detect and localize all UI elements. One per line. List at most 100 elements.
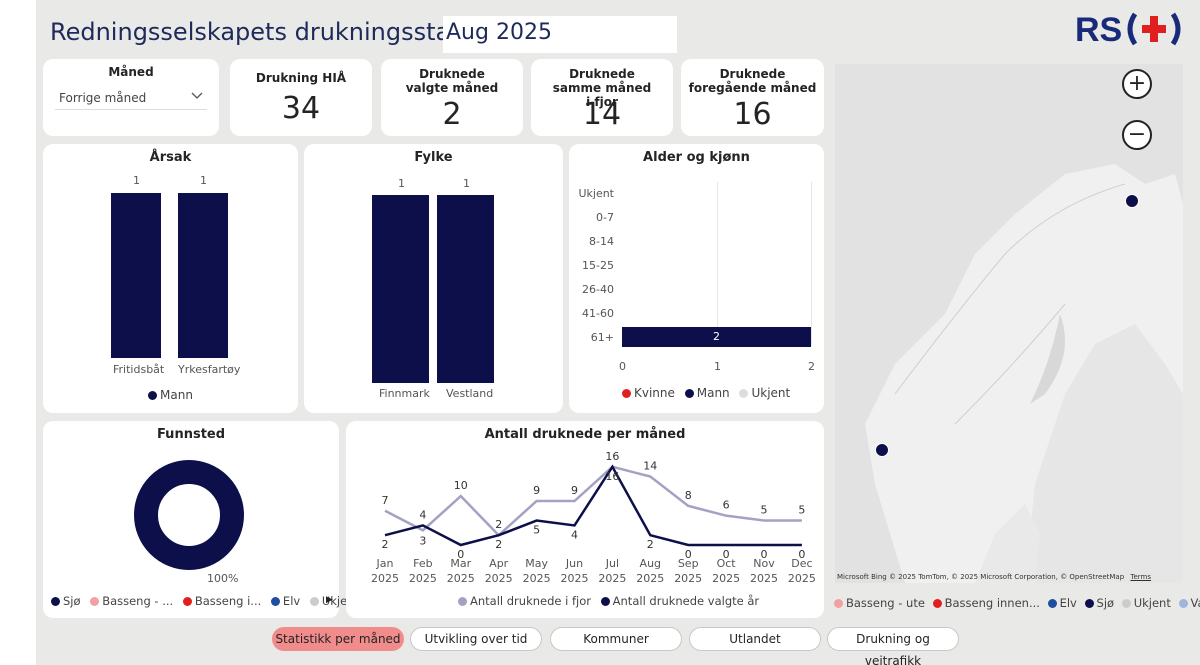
line-chart-svg[interactable]: 731029 9161486 5 524025 41620 0 0 0Jan2025Feb20… [346,421,824,618]
data-label: 10 [454,479,468,492]
x-tick-year: 2025 [788,572,816,585]
legend-item: Antall druknede valgte år [612,594,760,608]
legend-item: Elv [282,594,301,608]
kpi-label: Druknede foregående måned [688,67,817,95]
left-strip [0,0,36,665]
x-tick-year: 2025 [636,572,664,585]
x-tick-year: 2025 [561,572,589,585]
chart-druknede-per-maned: Antall druknede per måned 7 3 10 2 9 9 16 14 8 6 5… [346,421,824,618]
x-tick-year: 2025 [447,572,475,585]
x-tick-label: 1 [714,360,721,373]
x-tick-year: 2025 [523,572,551,585]
x-tick-label: Nov [753,557,775,570]
map-point-finnmark[interactable] [1125,194,1139,208]
x-tick-label: Aug [640,557,661,570]
x-tick-label: Oct [717,557,737,570]
legend: Mann [148,388,193,402]
data-label: 4 [419,508,426,521]
dropdown-value: Forrige måned [59,91,147,105]
gridline [717,182,718,346]
donut-chart[interactable] [134,458,244,573]
y-tick-label: 15-25 [582,259,614,272]
selected-month-box: Aug 2025 [443,16,677,53]
legend-dot [458,597,467,606]
legend: Sjø Basseng - ... Basseng i... Elv Ukjen… [51,594,359,608]
bar-yrkesfartoy[interactable] [178,193,228,358]
nav-drukning-og-veitrafikk[interactable]: Drukning og veitrafikk [827,627,959,665]
chart-title: Fylke [414,150,453,165]
donut-pct-label: 100% [207,572,239,585]
series-line-1 [384,464,802,547]
zoom-in-button[interactable]: + [1122,69,1152,99]
x-tick-year: 2025 [674,572,702,585]
legend-next-arrow[interactable]: ▶ [326,595,333,605]
nav-utlandet[interactable]: Utlandet [689,627,821,651]
y-tick-label: 61+ [590,331,614,344]
bar-value-label: 1 [398,177,405,190]
legend-dot [622,389,631,398]
legend-item: Antall druknede i fjor [470,594,591,608]
legend: Kvinne Mann Ukjent [622,386,790,400]
chart-title: Funnsted [156,427,226,442]
y-tick-label: 8-14 [589,235,614,248]
map-visual[interactable]: + − Microsoft Bing © 2025 TomTom, © 2025… [835,64,1183,583]
data-label: 2 [382,538,389,551]
bar-finnmark[interactable] [372,195,429,383]
data-label: 2 [495,518,502,531]
map-attribution: Microsoft Bing © 2025 TomTom, © 2025 Mic… [837,573,1151,581]
data-label: 5 [533,524,540,537]
kpi-label: Drukning HIÅ [255,71,347,85]
data-label: 8 [685,489,692,502]
x-tick-label: Finnmark [379,387,430,400]
bar-value-label: 1 [200,174,207,187]
x-tick-label: Apr [489,557,509,570]
map-point-vestland[interactable] [875,443,889,457]
data-label: 16 [605,470,619,483]
data-label: 4 [571,528,578,541]
bar-vestland[interactable] [437,195,494,383]
nav-utvikling-over-tid[interactable]: Utvikling over tid [410,627,542,651]
bing-logo: Microsoft Bing [837,573,887,581]
legend-dot [1121,599,1131,608]
x-tick-label: 2 [808,360,815,373]
month-slicer: Måned Forrige måned [43,59,219,136]
kpi-label: Druknede valgte måned [405,67,499,95]
nav-statistikk-per-maned[interactable]: Statistikk per måned [272,627,404,651]
kpi-value: 14 [582,97,622,132]
legend-dot [1084,599,1094,608]
bar-61plus[interactable]: 2 [622,327,811,347]
map-legend: Basseng - ute Basseng innen... Elv Sjø U… [834,596,1200,610]
data-label: 9 [571,484,578,497]
chart-funnsted: Funnsted 100% Sjø Basseng - ... Basseng … [43,421,359,618]
chart-alder-kjonn: Alder og kjønn Ukjent 0-7 8-14 15-25 26-… [569,144,824,413]
chart-title: Årsak [149,150,192,165]
legend-item: Basseng i... [194,594,262,608]
kpi-card-last-year: Druknede samme måned i fjor 14 [531,59,673,136]
y-tick-label: 41-60 [582,307,614,320]
x-tick-label: Jun [565,557,583,570]
legend-dot [51,597,60,606]
data-label: 7 [382,494,389,507]
legend-dot [932,599,942,608]
kpi-value: 16 [733,97,772,132]
zoom-in-label: + [1127,71,1147,96]
legend-dot [739,389,749,398]
data-label: 3 [419,534,426,547]
map-terms-link[interactable]: Terms [1130,573,1151,581]
x-tick-label: 0 [619,360,626,373]
x-tick-year: 2025 [712,572,740,585]
month-dropdown[interactable]: Forrige måned [55,87,207,110]
x-tick-label: Jan [376,557,394,570]
data-label: 14 [643,460,657,473]
chart-fylke: Fylke 1 1 Finnmark Vestland [304,144,563,413]
legend-dot [148,391,157,400]
legend-item: Kvinne [634,386,675,400]
x-tick-label: Vestland [446,387,494,400]
legend: Antall druknede i fjor Antall druknede v… [458,594,759,608]
legend-dot [270,597,280,606]
nav-kommuner[interactable]: Kommuner [550,627,682,651]
kpi-card-selected-month: Druknede valgte måned 2 [381,59,523,136]
bar-fritidsbat[interactable] [111,193,161,358]
legend-dot [1178,599,1188,608]
zoom-out-button[interactable]: − [1122,120,1152,150]
